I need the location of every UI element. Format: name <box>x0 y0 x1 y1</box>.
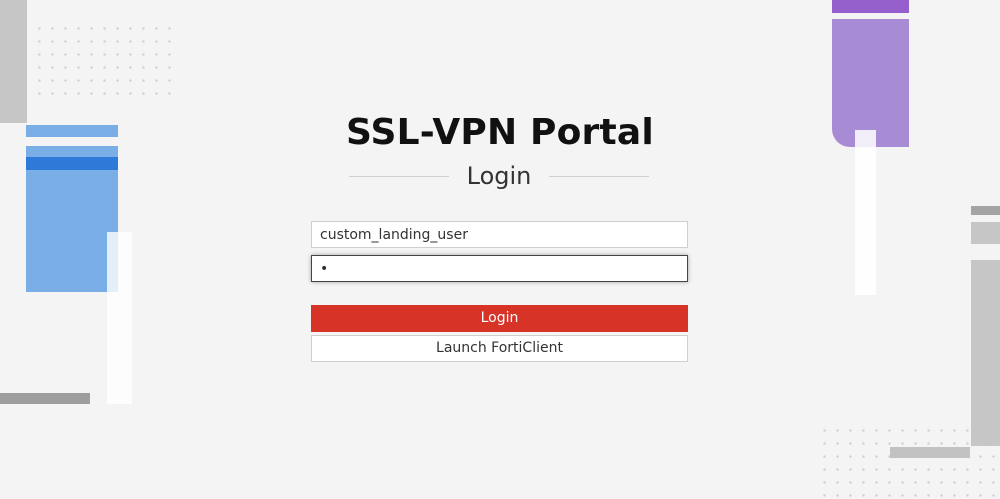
decor-gray-bar-left-top <box>0 0 27 123</box>
decor-purple-strip-top <box>832 0 909 13</box>
login-form: Login Launch FortiClient <box>311 221 688 362</box>
login-subtitle: Login <box>466 162 532 190</box>
decor-gray-strip-right-top <box>971 206 1000 215</box>
divider-left <box>349 175 449 177</box>
decor-gray-block-right <box>971 222 1000 244</box>
subtitle-row: Login <box>349 160 649 192</box>
username-input[interactable] <box>311 221 688 248</box>
decor-gray-bar-right-bottom <box>890 447 970 458</box>
decor-gray-panel-right <box>971 260 1000 446</box>
password-input[interactable] <box>311 255 688 282</box>
decor-gray-bar-left-bottom <box>0 393 90 404</box>
decor-blue-strip-dark <box>26 157 118 170</box>
decor-white-pillar-left <box>107 232 132 404</box>
page-title: SSL-VPN Portal <box>346 112 654 153</box>
login-page: SSL-VPN Portal Login Login Launch FortiC… <box>0 0 1000 499</box>
decor-dots-right <box>818 424 1000 499</box>
decor-dots-left <box>33 22 173 102</box>
login-button[interactable]: Login <box>311 305 688 332</box>
launch-forticlient-button[interactable]: Launch FortiClient <box>311 335 688 362</box>
decor-white-pillar-right <box>855 130 876 295</box>
divider-right <box>549 175 649 177</box>
